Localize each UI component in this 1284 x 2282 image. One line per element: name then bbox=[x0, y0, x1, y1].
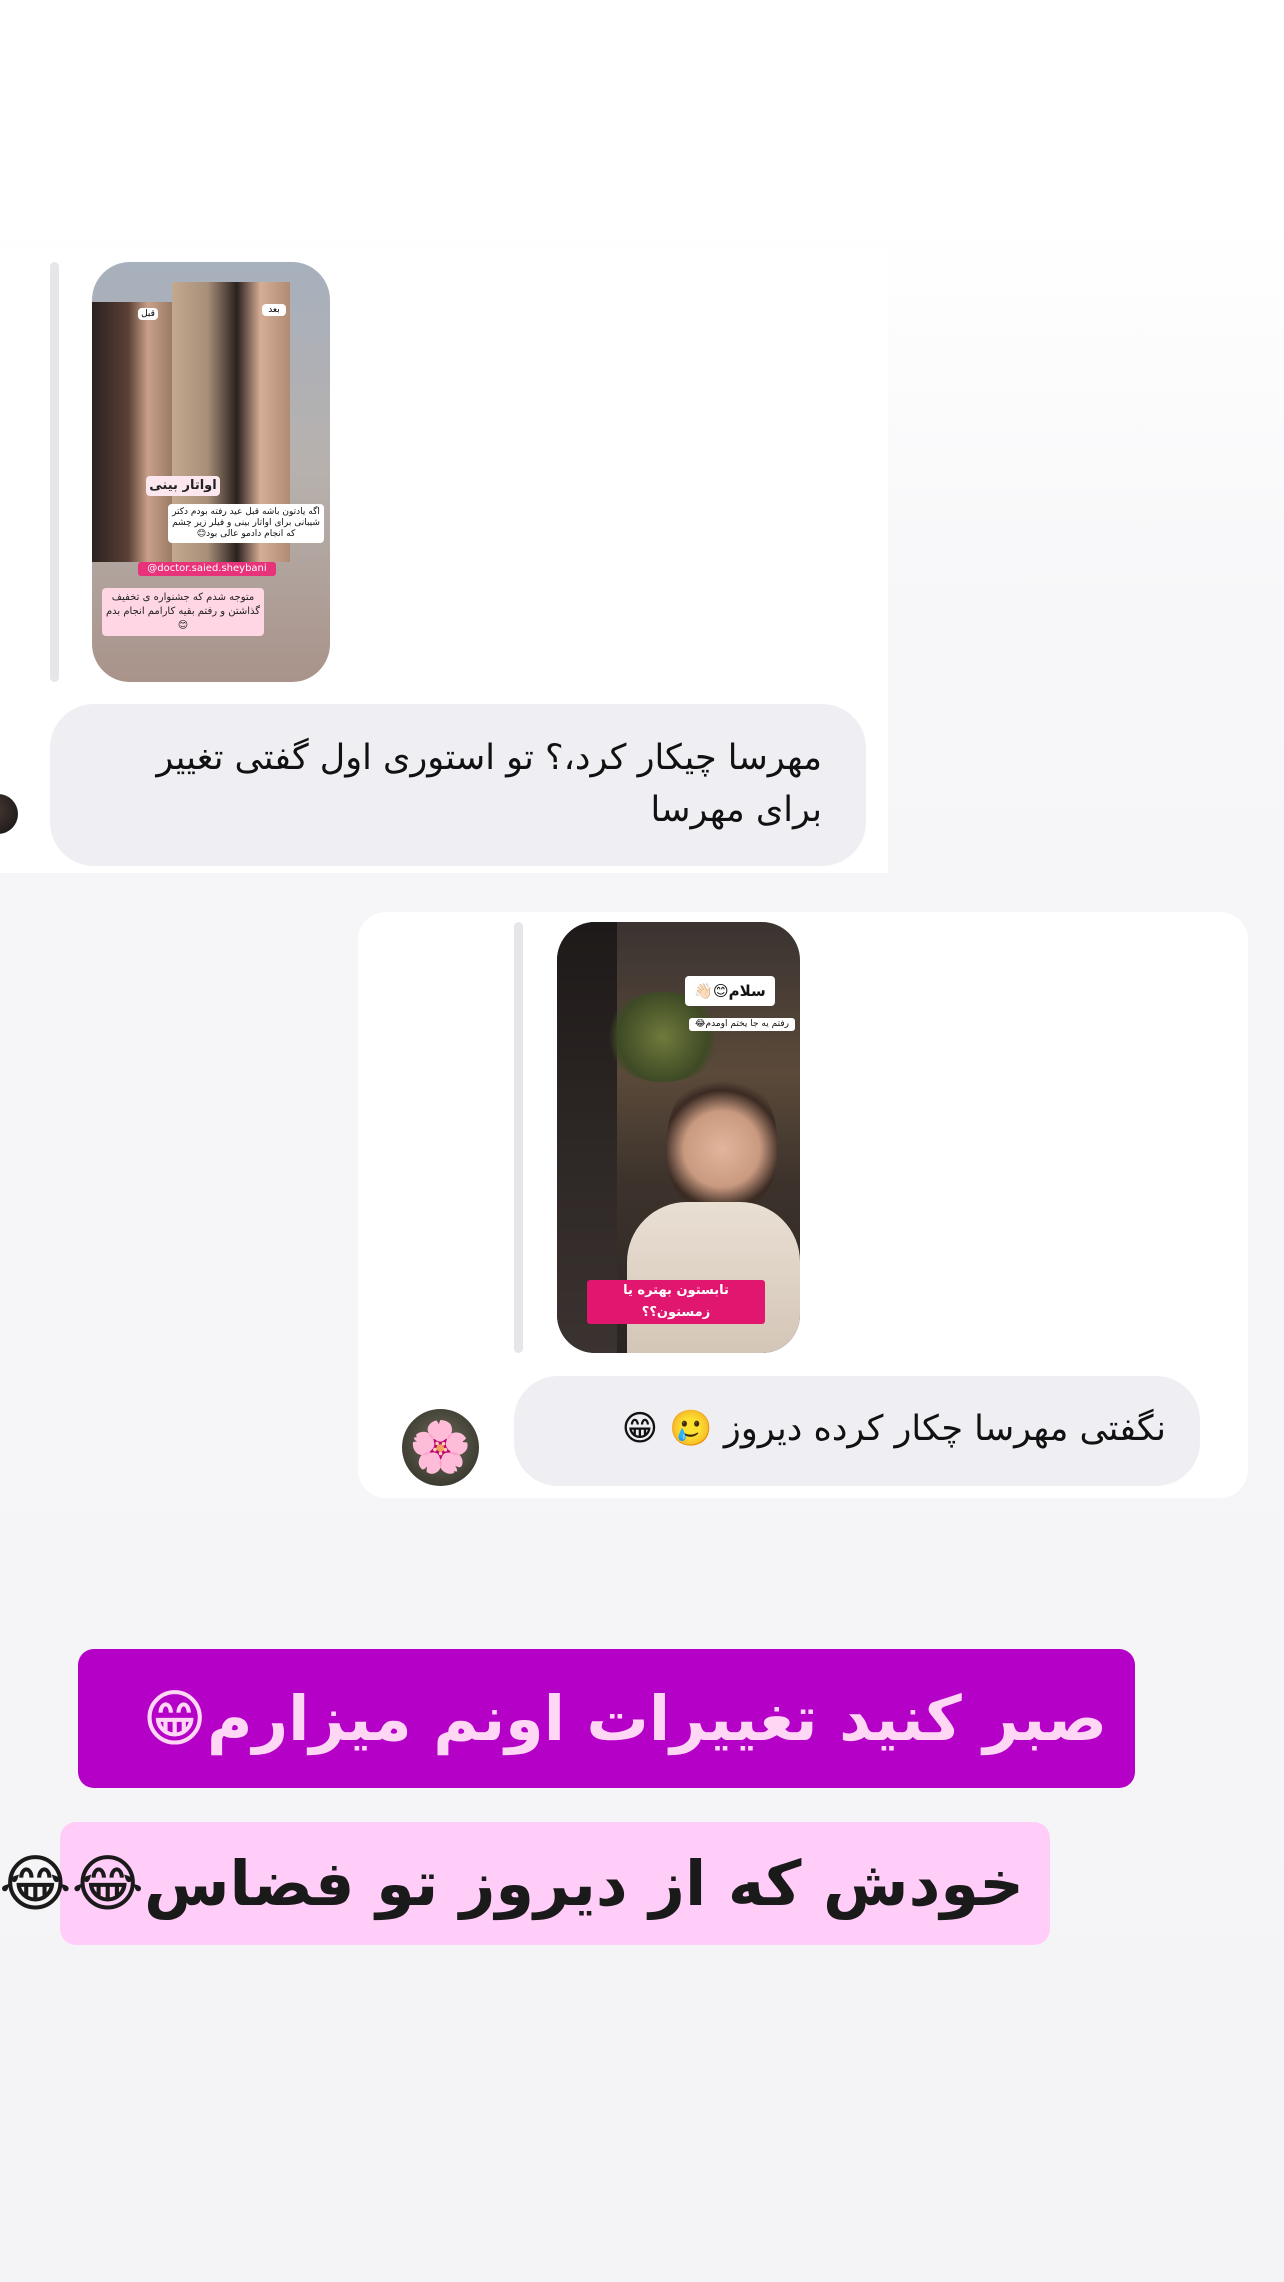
story-reply-bar bbox=[50, 262, 59, 682]
person-coat bbox=[627, 1202, 800, 1353]
mention-tag[interactable]: @doctor.saied.sheybani bbox=[138, 562, 276, 576]
message-bubble-incoming[interactable]: مهرسا چیکار کرد،؟ تو استوری اول گفتی تغی… bbox=[50, 704, 866, 866]
before-photo bbox=[92, 302, 172, 562]
text-sticker: اگه یادتون باشه قبل عید رفته بودم دکتر ش… bbox=[168, 504, 324, 543]
own-avatar[interactable]: 🌸 bbox=[402, 1409, 479, 1486]
greeting-sticker: سلام😊👋🏻 bbox=[685, 976, 775, 1006]
title-sticker: اواتار بینی bbox=[146, 476, 220, 496]
sub-sticker: رفتم یه جا یختم اومدم😂 bbox=[689, 1018, 795, 1031]
label-after: بعد bbox=[262, 304, 286, 316]
story-thumbnail-before-after[interactable]: قبل بعد اواتار بینی اگه یادتون باشه قبل … bbox=[92, 262, 330, 682]
flower-icon: 🌸 bbox=[409, 1418, 472, 1476]
message-bubble-outgoing[interactable]: نگفتی مهرسا چکار کرده دیروز 🥲 😁 bbox=[514, 1376, 1200, 1486]
story-thumbnail-selfie[interactable]: سلام😊👋🏻 رفتم یه جا یختم اومدم😂 تابستون ب… bbox=[557, 922, 800, 1353]
overlay-caption-1: صبر کنید تغییرات اونم میزارم😁 bbox=[78, 1649, 1135, 1788]
person-face bbox=[667, 1072, 777, 1212]
overlay-caption-2: خودش که از دیروز تو فضاس😂😂 bbox=[0, 1822, 1050, 1945]
label-before: قبل bbox=[138, 308, 158, 320]
story-reply-bar bbox=[514, 922, 523, 1353]
bottom-sticker: متوجه شدم که جشنواره ی تخفیف گذاشتن و رف… bbox=[102, 588, 264, 636]
question-sticker: تابستون بهتره یا زمستون؟؟ bbox=[587, 1280, 765, 1324]
